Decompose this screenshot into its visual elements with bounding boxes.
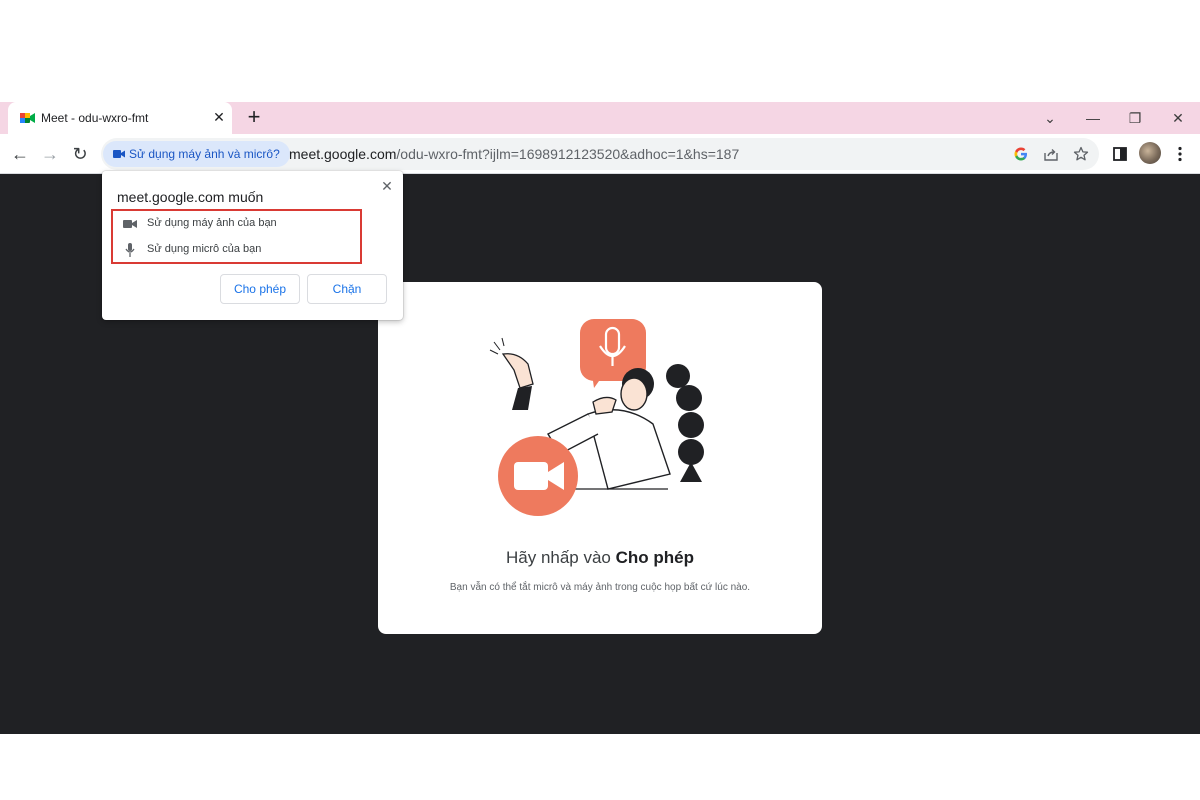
url-text[interactable]: meet.google.com/odu-wxro-fmt?ijlm=169891… xyxy=(289,146,739,162)
allow-button[interactable]: Cho phép xyxy=(220,274,300,304)
restore-button[interactable]: ❐ xyxy=(1125,108,1145,128)
tab-strip: Meet - odu-wxro-fmt ✕ + ⌄ — ❐ ✕ xyxy=(0,102,1200,134)
microphone-icon xyxy=(125,243,135,257)
camera-icon xyxy=(113,150,125,158)
card-subtitle: Bạn vẫn có thể tắt micrô và máy ảnh tron… xyxy=(449,582,751,593)
permission-popup: meet.google.com muốn ✕ Sử dụng máy ảnh c… xyxy=(102,171,403,320)
star-icon[interactable] xyxy=(1073,146,1089,162)
reload-button[interactable]: ↻ xyxy=(70,144,90,164)
minimize-button[interactable]: — xyxy=(1083,108,1103,128)
more-menu-icon[interactable] xyxy=(1170,144,1190,164)
permission-chip[interactable]: Sử dụng máy ảnh và micrô? xyxy=(103,141,290,167)
permission-label: Sử dụng micrô của bạn xyxy=(147,243,262,255)
card-title: Hãy nhấp vào Cho phép xyxy=(378,548,822,568)
forward-button[interactable]: → xyxy=(40,144,60,164)
toolbar: ← → ↻ Sử dụng máy ảnh và micrô? meet.goo… xyxy=(0,134,1200,174)
popup-close-icon[interactable]: ✕ xyxy=(379,178,395,194)
card-title-prefix: Hãy nhấp vào xyxy=(505,548,616,567)
block-button[interactable]: Chặn xyxy=(307,274,387,304)
permission-row-camera: Sử dụng máy ảnh của bạn xyxy=(113,212,364,236)
camera-icon xyxy=(123,220,137,228)
google-lens-icon[interactable] xyxy=(1013,146,1029,162)
side-panel-icon[interactable] xyxy=(1110,144,1130,164)
browser-window: Meet - odu-wxro-fmt ✕ + ⌄ — ❐ ✕ ← → ↻ Sử… xyxy=(0,102,1200,734)
back-button[interactable]: ← xyxy=(10,144,30,164)
permission-prompt-card: Hãy nhấp vào Cho phép Bạn vẫn có thể tắt… xyxy=(378,282,822,634)
tab-close-icon[interactable]: ✕ xyxy=(211,109,227,125)
address-bar[interactable]: Sử dụng máy ảnh và micrô? meet.google.co… xyxy=(101,138,1099,170)
close-window-button[interactable]: ✕ xyxy=(1168,108,1188,128)
url-host: meet.google.com xyxy=(289,146,397,162)
new-tab-button[interactable]: + xyxy=(243,106,265,128)
google-meet-icon xyxy=(20,113,35,123)
permissions-highlight: Sử dụng máy ảnh của bạn Sử dụng micrô củ… xyxy=(111,209,362,264)
tab-search-icon[interactable]: ⌄ xyxy=(1040,108,1060,128)
profile-avatar[interactable] xyxy=(1139,142,1161,164)
tab-title: Meet - odu-wxro-fmt xyxy=(41,111,149,125)
permission-label: Sử dụng máy ảnh của bạn xyxy=(147,217,277,229)
permission-illustration xyxy=(489,319,704,516)
tab-meet[interactable]: Meet - odu-wxro-fmt ✕ xyxy=(8,102,232,134)
permission-row-microphone: Sử dụng micrô của bạn xyxy=(113,238,364,262)
card-title-bold: Cho phép xyxy=(615,548,695,567)
popup-title: meet.google.com muốn xyxy=(117,189,264,205)
share-icon[interactable] xyxy=(1043,146,1059,162)
screenshot-frame: Meet - odu-wxro-fmt ✕ + ⌄ — ❐ ✕ ← → ↻ Sử… xyxy=(0,0,1200,800)
permission-chip-label: Sử dụng máy ảnh và micrô? xyxy=(129,147,280,161)
url-path: /odu-wxro-fmt?ijlm=1698912123520&adhoc=1… xyxy=(396,146,740,162)
